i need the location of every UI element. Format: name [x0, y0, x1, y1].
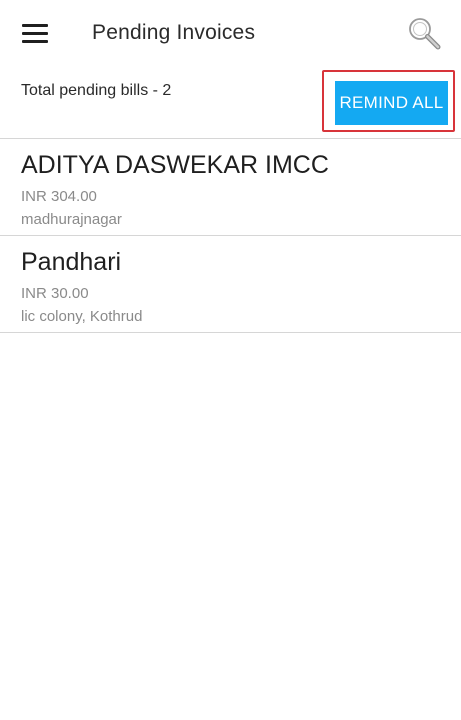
- pending-summary-bar: Total pending bills - 2 REMIND ALL: [0, 68, 461, 138]
- customer-name: Pandhari: [21, 248, 122, 276]
- divider: [0, 332, 461, 333]
- invoice-amount: INR 304.00: [21, 188, 97, 205]
- customer-name: ADITYA DASWEKAR IMCC: [21, 151, 329, 179]
- total-pending-bills-label: Total pending bills - 2: [21, 82, 172, 99]
- customer-address: lic colony, Kothrud: [21, 308, 143, 325]
- invoice-amount: INR 30.00: [21, 285, 89, 302]
- page-title: Pending Invoices: [92, 21, 256, 44]
- search-icon[interactable]: [406, 16, 442, 52]
- invoice-list: ADITYA DASWEKAR IMCC INR 304.00 madhuraj…: [0, 138, 461, 333]
- invoice-item[interactable]: ADITYA DASWEKAR IMCC INR 304.00 madhuraj…: [0, 139, 461, 235]
- invoice-item[interactable]: Pandhari INR 30.00 lic colony, Kothrud: [0, 236, 461, 332]
- hamburger-menu-icon[interactable]: [22, 24, 48, 44]
- remind-all-button[interactable]: REMIND ALL: [335, 81, 448, 125]
- customer-address: madhurajnagar: [21, 211, 122, 228]
- app-bar: Pending Invoices: [0, 0, 461, 68]
